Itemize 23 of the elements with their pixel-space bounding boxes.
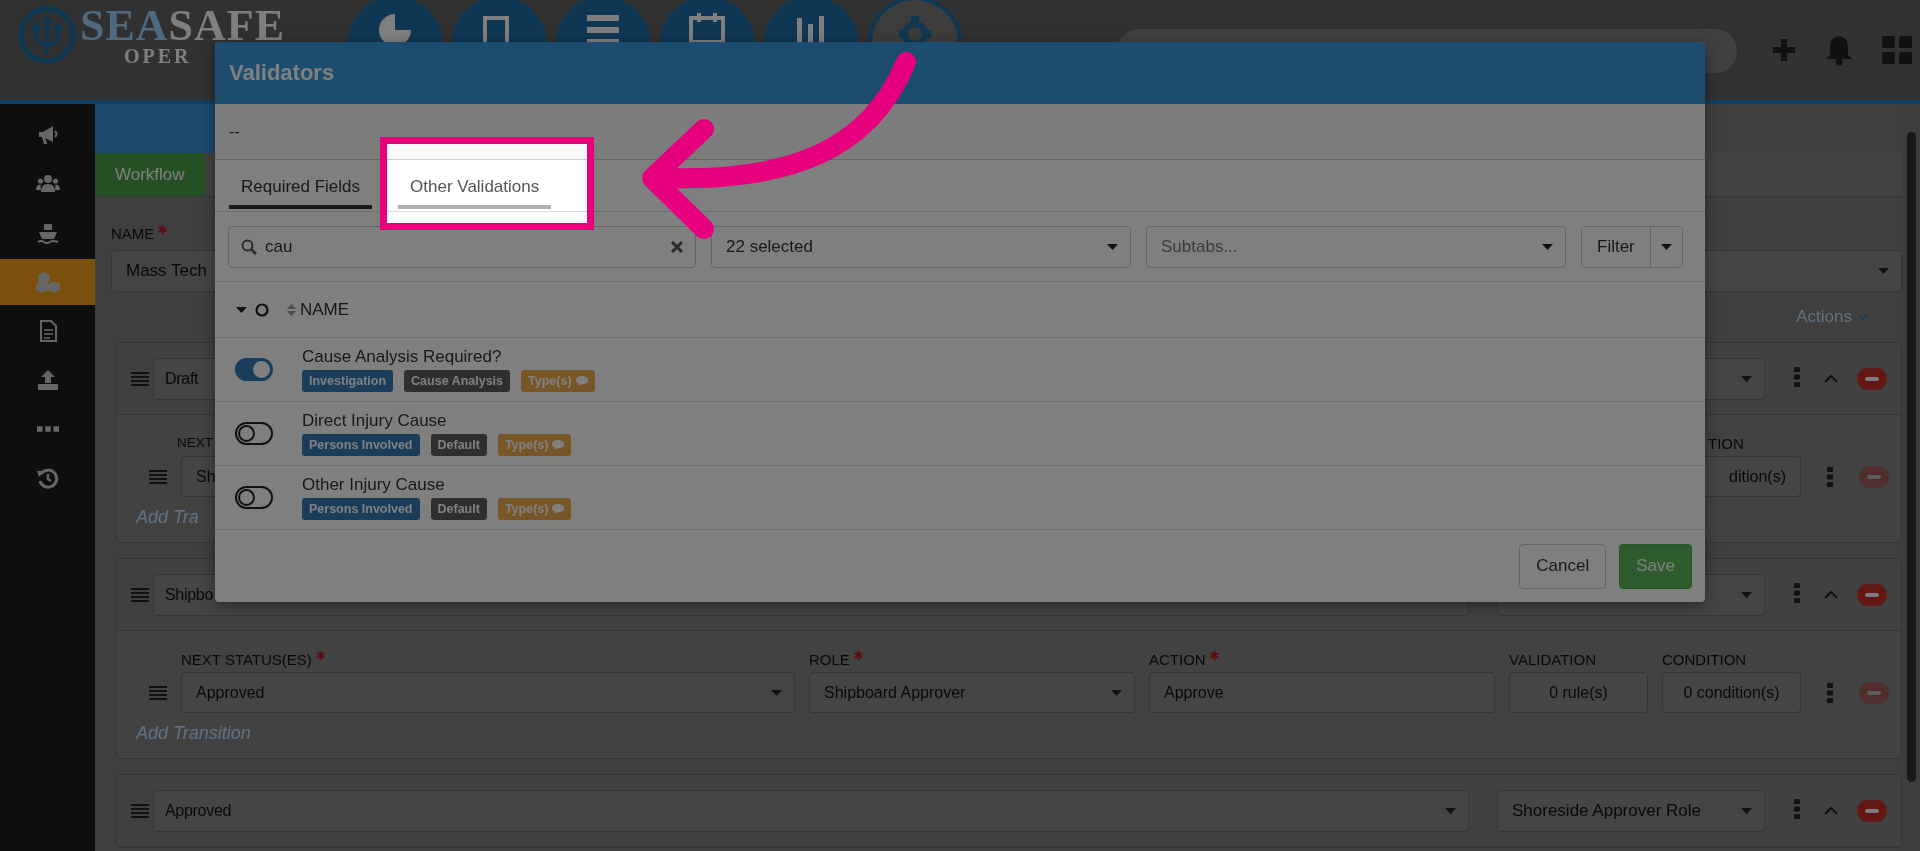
field-label: ROLE [809,651,863,669]
tag: Type(s) [497,498,572,520]
field-label: CONDITION [1662,651,1747,669]
tag: Persons Involved [302,434,420,456]
tag: Investigation [302,370,394,392]
tag: Type(s) [497,434,572,456]
dialog-title: Validators [215,42,1705,104]
field-label: NEXT STATUS(ES) [181,651,325,669]
validator-name: Direct Injury Cause [302,411,448,431]
logo-text: SEASAFE [80,6,286,44]
field-label: VALIDATION [1509,651,1596,669]
field-label: NEXT [177,435,213,452]
tag: Persons Involved [302,498,420,520]
tag: Cause Analysis [404,370,511,392]
tag: Default [430,434,487,456]
field-label: ACTION [1149,651,1219,669]
tag: Default [430,498,487,520]
field-label: TION [1707,435,1744,453]
validator-name: Cause Analysis Required? [302,347,503,367]
validator-name: Other Injury Cause [302,475,446,495]
logo-tagline: OPER [124,44,192,68]
tag: Type(s) [521,370,595,392]
dialog-subtitle: -- [229,122,240,141]
